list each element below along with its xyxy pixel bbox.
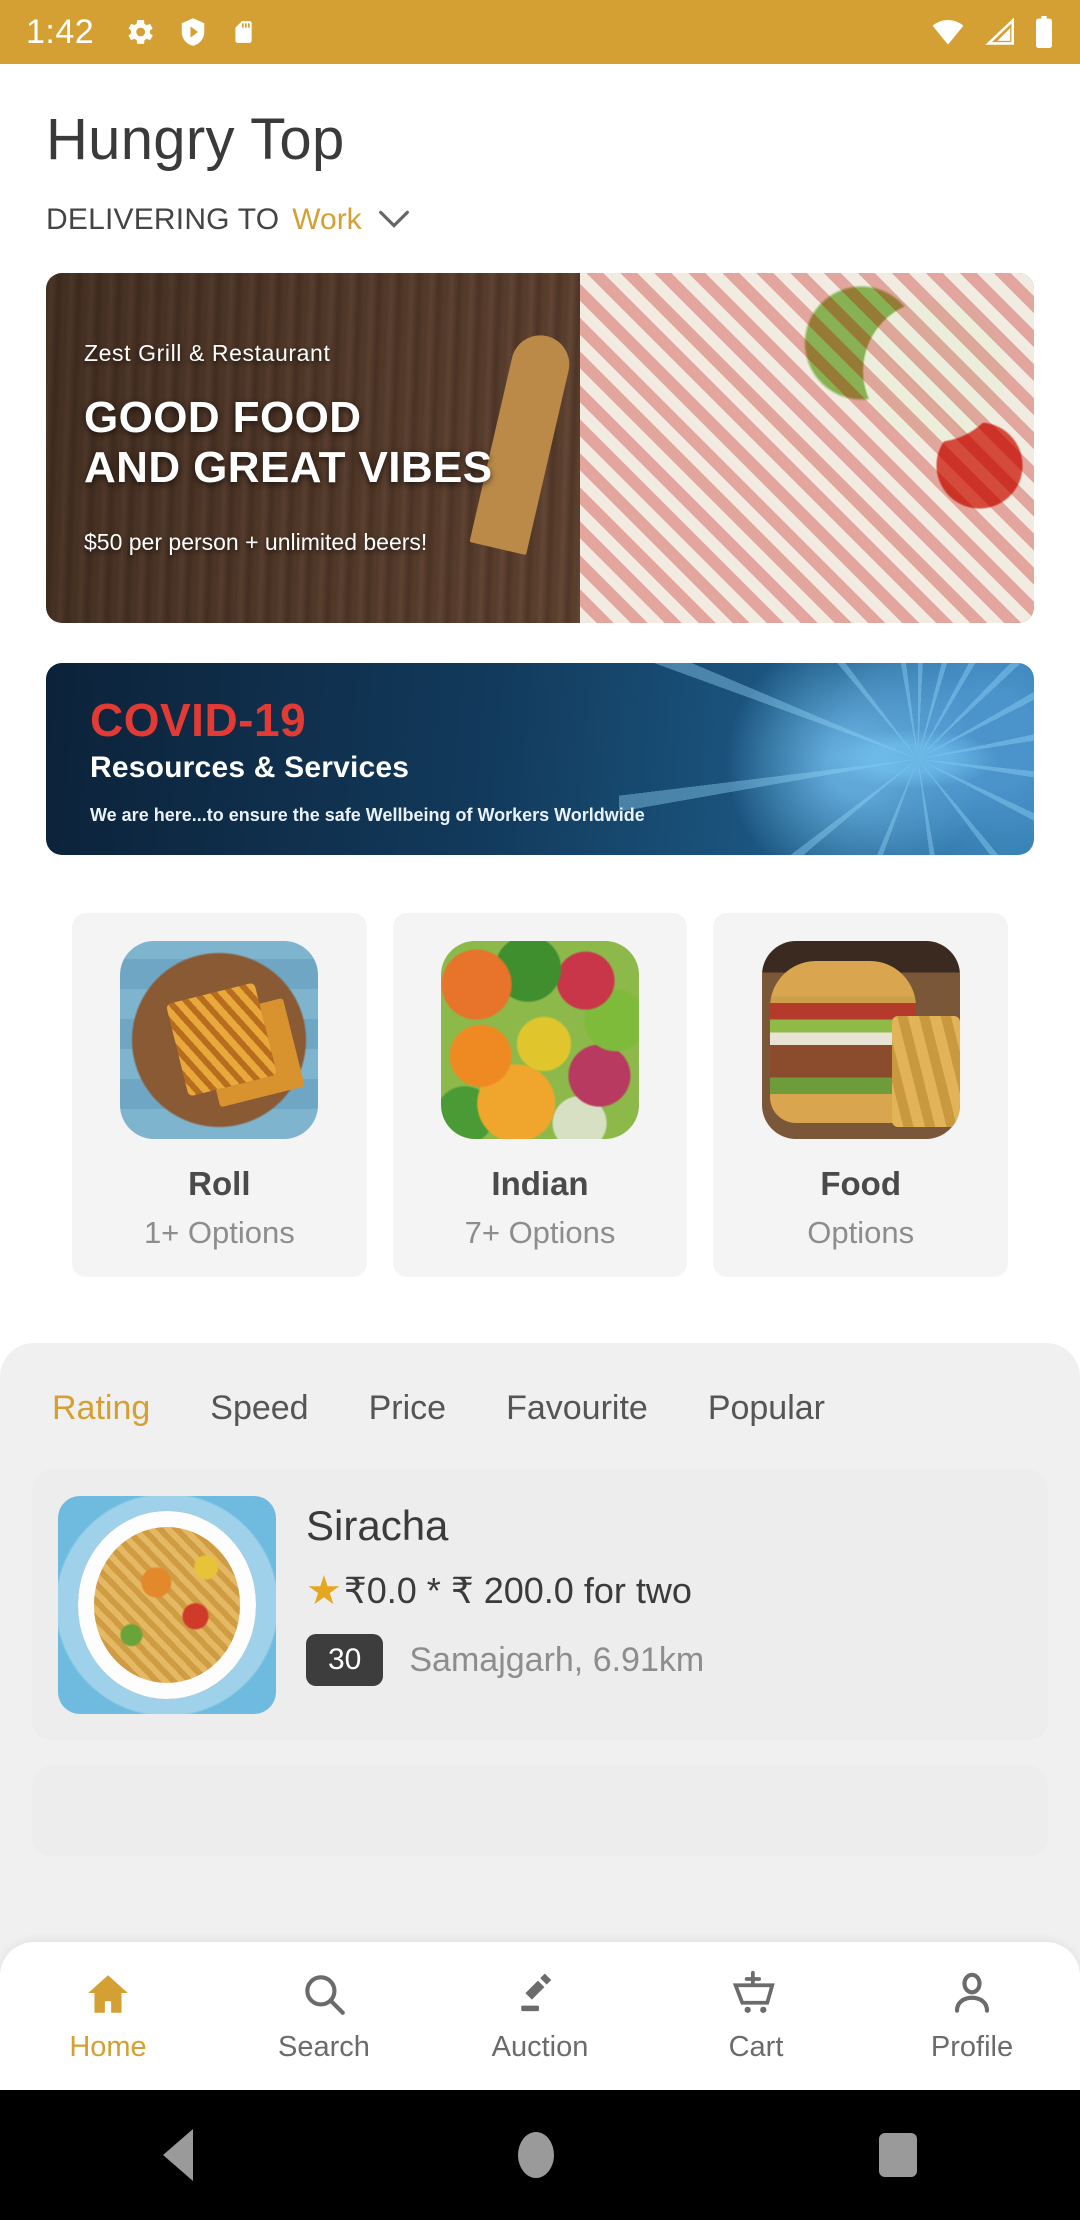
promo-banner-container[interactable]: Zest Grill & Restaurant GOOD FOOD AND GR… [0, 273, 1080, 623]
chevron-down-icon[interactable] [378, 203, 410, 237]
covid-banner-subtitle: Resources & Services [90, 750, 410, 784]
promo-banner[interactable]: Zest Grill & Restaurant GOOD FOOD AND GR… [46, 273, 1034, 623]
category-card-roll[interactable]: Roll 1+ Options [72, 913, 367, 1277]
nav-label: Home [69, 2030, 147, 2063]
category-name: Indian [491, 1165, 589, 1202]
app-screen: 1:42 Hungry Top DELIVERING TO Work Zest … [0, 0, 1080, 2220]
battery-icon [1036, 16, 1052, 48]
promo-banner-headline-1: GOOD FOOD [84, 392, 362, 442]
noodles-bowl-image [58, 1496, 276, 1714]
nav-item-auction[interactable]: Auction [432, 1969, 648, 2064]
burger-fries-image [761, 941, 960, 1139]
restaurant-card[interactable]: Siracha ★ ₹0.0 * ₹ 200.0 for two 30 Sama… [32, 1470, 1048, 1740]
delivering-to-value: Work [292, 203, 362, 236]
delivering-to-label: DELIVERING TO [46, 203, 280, 236]
add-cart-icon [732, 1970, 775, 2013]
category-name: Food [820, 1165, 901, 1202]
bottom-navigation: Home Search Auction Cart Profile [0, 1942, 1080, 2090]
nav-label: Auction [491, 2030, 589, 2063]
restaurant-card-next[interactable] [32, 1766, 1048, 1856]
promo-banner-headline-2: AND GREAT VIBES [84, 443, 493, 492]
virus-illustration [619, 663, 1034, 855]
tab-rating[interactable]: Rating [52, 1389, 150, 1428]
tab-price[interactable]: Price [369, 1389, 446, 1428]
restaurant-rating-price: ₹0.0 * ₹ 200.0 for two [343, 1570, 692, 1611]
sd-card-icon [235, 21, 252, 43]
restaurant-name: Siracha [306, 1502, 449, 1549]
person-icon [954, 1972, 990, 2013]
recents-button[interactable] [879, 2133, 918, 2177]
star-icon: ★ [306, 1569, 342, 1613]
covid-banner-container[interactable]: COVID-19 Resources & Services We are her… [0, 663, 1080, 855]
tab-favourite[interactable]: Favourite [506, 1389, 648, 1428]
wifi-icon [932, 20, 964, 45]
category-options: 1+ Options [143, 1215, 295, 1250]
covid-banner-title: COVID-19 [90, 693, 307, 746]
category-list: Roll 1+ Options Indian 7+ Options Food O… [0, 913, 1080, 1277]
wooden-spoon-decoration [581, 322, 726, 586]
category-options: Options [807, 1215, 915, 1250]
status-time: 1:42 [26, 12, 95, 51]
delivering-to-selector[interactable]: DELIVERING TO Work [46, 203, 1034, 237]
back-button[interactable] [162, 2129, 193, 2181]
covid-banner-note: We are here...to ensure the safe Wellbei… [90, 804, 645, 825]
status-bar: 1:42 [0, 0, 1080, 64]
promo-banner-kicker: Zest Grill & Restaurant [84, 339, 331, 366]
nav-item-search[interactable]: Search [216, 1969, 432, 2064]
home-button[interactable] [517, 2132, 554, 2178]
nav-item-home[interactable]: Home [0, 1969, 216, 2064]
nav-label: Cart [728, 2030, 784, 2063]
covid-banner[interactable]: COVID-19 Resources & Services We are her… [46, 663, 1034, 855]
promo-banner-subtext: $50 per person + unlimited beers! [84, 529, 428, 556]
nav-item-cart[interactable]: Cart [648, 1969, 864, 2064]
category-card-indian[interactable]: Indian 7+ Options [392, 913, 688, 1277]
tab-speed[interactable]: Speed [210, 1389, 308, 1428]
grilled-sandwich-image [120, 941, 319, 1139]
nav-item-profile[interactable]: Profile [864, 1969, 1080, 2064]
sort-tab-row: Rating Speed Price Favourite Popular [0, 1389, 1080, 1428]
tab-popular[interactable]: Popular [708, 1389, 825, 1428]
vegetables-image [441, 941, 639, 1139]
gear-icon [128, 20, 153, 44]
gavel-icon [521, 1973, 552, 2011]
delivery-time-badge: 30 [306, 1634, 384, 1686]
app-header: Hungry Top DELIVERING TO Work [0, 64, 1080, 237]
restaurant-location: Samajgarh, 6.91km [409, 1640, 705, 1679]
page-title: Hungry Top [46, 107, 345, 172]
category-options: 7+ Options [464, 1215, 616, 1250]
restaurant-list-panel: Rating Speed Price Favourite Popular Sir… [0, 1343, 1080, 2043]
category-card-food[interactable]: Food Options [713, 913, 1009, 1277]
signal-icon [985, 18, 1014, 45]
search-icon [305, 1974, 345, 2015]
home-icon [88, 1974, 128, 2013]
android-navigation-bar [0, 2090, 1080, 2220]
nav-label: Profile [930, 2030, 1014, 2063]
nav-label: Search [278, 2030, 370, 2063]
category-name: Roll [188, 1165, 251, 1202]
play-protect-icon [181, 18, 205, 46]
